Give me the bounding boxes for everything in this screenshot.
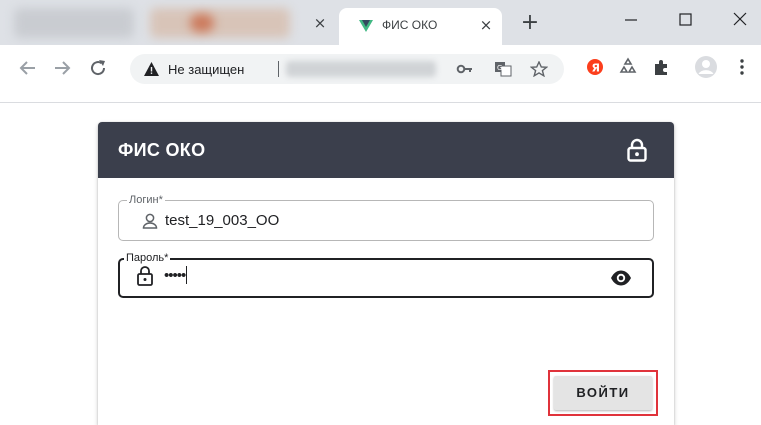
address-bar[interactable]: Не защищен G (130, 54, 564, 84)
key-icon[interactable] (456, 61, 474, 77)
extensions-puzzle-icon[interactable] (652, 57, 672, 77)
lock-icon (137, 266, 153, 286)
close-window-icon[interactable] (725, 8, 755, 32)
warning-icon[interactable] (144, 62, 159, 76)
user-icon (142, 213, 158, 229)
password-input-value[interactable]: ••••• (164, 266, 188, 284)
bookmark-star-icon[interactable] (530, 61, 548, 77)
login-field-label: Логин* (127, 193, 165, 207)
browser-toolbar: Не защищен G Я (0, 45, 761, 103)
forward-arrow-icon[interactable] (50, 56, 74, 80)
maximize-icon[interactable] (670, 8, 700, 32)
address-divider (278, 61, 279, 77)
card-header: ФИС ОКО (98, 122, 674, 178)
eye-icon[interactable] (610, 269, 632, 287)
page-title: ФИС ОКО (118, 140, 206, 160)
reload-icon[interactable] (86, 56, 110, 80)
svg-text:Я: Я (592, 62, 600, 75)
yandex-icon[interactable]: Я (585, 57, 605, 77)
blurred-tab[interactable] (14, 8, 134, 38)
password-field-label: Пароль* (124, 251, 171, 265)
tab-close-icon[interactable]: × (309, 12, 331, 34)
vue-logo-icon (359, 20, 373, 32)
login-input-value[interactable]: test_19_003_OO (165, 212, 279, 229)
translate-icon[interactable]: G (494, 61, 512, 77)
password-mask: ••••• (164, 267, 186, 284)
tab-title: ФИС ОКО (382, 18, 438, 32)
recycle-extension-icon[interactable] (618, 57, 638, 77)
menu-dots-icon[interactable] (736, 57, 748, 77)
profile-avatar-icon[interactable] (694, 55, 718, 79)
login-button-highlight: ВОЙТИ (548, 370, 658, 416)
login-card: ФИС ОКО Логин* test_19_003_OO Пароль* ••… (98, 122, 674, 425)
password-field[interactable]: Пароль* ••••• (118, 251, 654, 298)
svg-text:G: G (497, 64, 502, 72)
new-tab-icon[interactable]: + (518, 11, 542, 35)
url-text-redacted[interactable] (286, 61, 436, 77)
browser-tab-strip: × ФИС ОКО × + (0, 0, 761, 45)
tab-active[interactable]: ФИС ОКО × (339, 8, 502, 45)
lock-icon (627, 138, 647, 162)
login-button[interactable]: ВОЙТИ (554, 376, 652, 410)
blurred-tab-favicon (190, 14, 214, 32)
text-caret (186, 266, 188, 284)
minimize-icon[interactable] (616, 8, 646, 32)
tab-close-icon[interactable]: × (475, 14, 497, 36)
login-field[interactable]: Логин* test_19_003_OO (118, 193, 654, 241)
security-status-text[interactable]: Не защищен (168, 62, 244, 77)
blurred-tab[interactable] (150, 8, 290, 38)
back-arrow-icon[interactable] (16, 56, 40, 80)
